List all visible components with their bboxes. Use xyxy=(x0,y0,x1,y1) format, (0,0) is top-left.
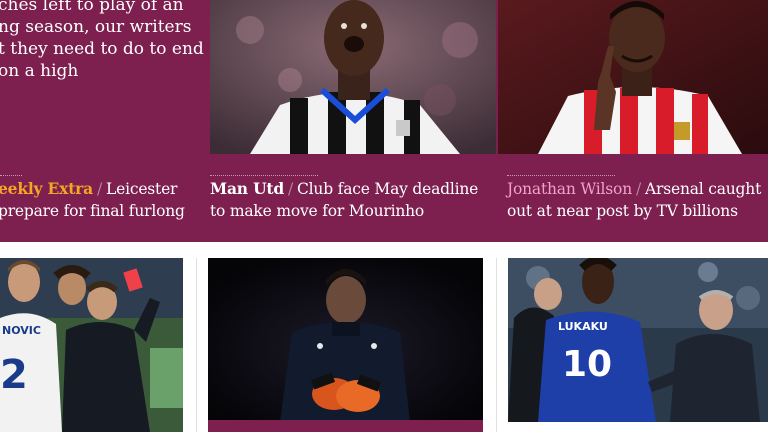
headline-kicker: Man Utd xyxy=(210,179,284,198)
column-divider xyxy=(496,258,497,432)
headline-line2: to make move for Mourinho xyxy=(210,202,425,220)
everton-player-photo[interactable]: LUKAKU 10 xyxy=(508,258,768,422)
shirt-name: NOVIC xyxy=(2,324,41,337)
headline-leicester[interactable]: eekly Extra / Leicester prepare for final … xyxy=(0,178,203,222)
photo-image xyxy=(498,0,768,154)
headline-kicker: Jonathan Wilson xyxy=(507,180,632,198)
card-accent-strip xyxy=(208,420,483,432)
intro-line: on a high xyxy=(0,61,79,81)
photo-image: NOVIC 2 xyxy=(0,258,183,432)
sunderland-player-photo[interactable] xyxy=(498,0,768,154)
intro-line: ng season, our writers xyxy=(0,17,192,37)
headline-kicker: eekly Extra xyxy=(0,179,93,198)
headline-line1: Club face May deadline xyxy=(297,180,479,198)
section-intro: ches left to play of an ng season, our w… xyxy=(0,0,204,82)
column-divider xyxy=(196,258,197,432)
headline-line1: Arsenal caught xyxy=(645,180,762,198)
headline-line2: prepare for final furlong xyxy=(0,202,185,220)
divider-rule xyxy=(0,175,22,176)
headline-line2: out at near post by TV billions xyxy=(507,202,738,220)
photo-image xyxy=(208,258,483,422)
photo-image xyxy=(210,0,496,154)
headline-man-utd[interactable]: Man Utd / Club face May deadline to make m… xyxy=(210,178,495,222)
headline-line1: Leicester xyxy=(106,180,178,198)
intro-line: ches left to play of an xyxy=(0,0,184,15)
intro-line: t they need to do to end xyxy=(0,39,204,59)
headline-separator: / xyxy=(287,180,294,198)
newcastle-player-photo[interactable] xyxy=(210,0,496,154)
divider-rule xyxy=(210,175,318,176)
headline-separator: / xyxy=(96,180,103,198)
headline-arsenal[interactable]: Jonathan Wilson / Arsenal caught out at ne… xyxy=(507,178,768,222)
shirt-name: LUKAKU xyxy=(558,320,608,333)
headline-separator: / xyxy=(635,180,642,198)
chelsea-red-card-photo[interactable]: NOVIC 2 xyxy=(0,258,183,432)
shirt-number: 10 xyxy=(562,344,612,385)
photo-image: LUKAKU 10 xyxy=(508,258,768,422)
spurs-keeper-photo[interactable] xyxy=(208,258,483,422)
divider-rule xyxy=(507,175,615,176)
shirt-number: 2 xyxy=(0,352,28,398)
